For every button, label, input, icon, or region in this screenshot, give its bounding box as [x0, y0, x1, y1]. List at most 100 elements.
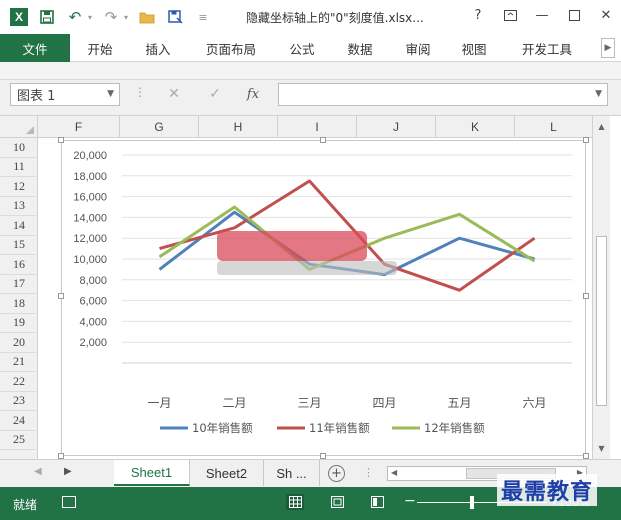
- column-header[interactable]: K: [436, 116, 515, 138]
- resize-handle[interactable]: [58, 293, 64, 299]
- blurred-overlay: [217, 261, 397, 275]
- column-header[interactable]: G: [120, 116, 199, 138]
- tab-file[interactable]: 文件: [0, 34, 70, 62]
- y-tick-label: 12,000: [73, 233, 107, 245]
- undo-icon[interactable]: ↶: [64, 6, 86, 28]
- column-header[interactable]: L: [515, 116, 592, 138]
- close-icon[interactable]: ✕: [597, 6, 615, 24]
- y-tick-label: 6,000: [79, 296, 107, 308]
- ribbon-tabs: 文件 开始 插入 页面布局 公式 数据 审阅 视图 开发工具 ▶: [0, 34, 621, 62]
- row-header[interactable]: 13: [0, 197, 38, 216]
- customize-toolbar-icon[interactable]: ≡: [192, 6, 214, 28]
- redo-icon[interactable]: ↷: [100, 6, 122, 28]
- row-header[interactable]: 19: [0, 314, 38, 333]
- row-header[interactable]: 16: [0, 255, 38, 275]
- cancel-entry-icon[interactable]: ✕: [163, 84, 185, 104]
- sheet-tab-sheet1[interactable]: Sheet1: [114, 460, 190, 486]
- tab-split-grip[interactable]: ⋮: [363, 466, 374, 479]
- blurred-overlay: [217, 231, 367, 261]
- row-header[interactable]: 23: [0, 392, 38, 411]
- y-tick-label: 20,000: [73, 150, 107, 162]
- tab-data[interactable]: 数据: [338, 38, 382, 58]
- row-header[interactable]: 24: [0, 411, 38, 431]
- ribbon-display-options-icon[interactable]: [501, 6, 519, 24]
- x-tick-label: 二月: [222, 396, 246, 410]
- row-header[interactable]: 18: [0, 294, 38, 314]
- tab-view[interactable]: 视图: [452, 38, 496, 58]
- minimize-icon[interactable]: —: [533, 6, 551, 24]
- row-header[interactable]: 25: [0, 431, 38, 450]
- zoom-slider-knob[interactable]: [470, 496, 474, 509]
- insert-function-icon[interactable]: fx: [242, 84, 264, 104]
- vertical-scroll-thumb[interactable]: [596, 236, 607, 406]
- x-tick-label: 一月: [147, 396, 171, 410]
- row-header[interactable]: 10: [0, 138, 38, 158]
- resize-handle[interactable]: [583, 137, 589, 143]
- row-header[interactable]: 21: [0, 353, 38, 372]
- x-tick-label: 五月: [447, 396, 471, 410]
- select-all-corner[interactable]: [0, 116, 38, 138]
- tab-formulas[interactable]: 公式: [280, 38, 324, 58]
- excel-app-icon[interactable]: X: [8, 6, 30, 28]
- formula-input[interactable]: ▼: [278, 83, 608, 106]
- page-break-preview-icon[interactable]: [368, 494, 386, 510]
- ribbon-scroll-right-icon[interactable]: ▶: [601, 38, 615, 58]
- scroll-down-icon[interactable]: ▼: [595, 442, 608, 455]
- row-header[interactable]: 11: [0, 158, 38, 177]
- undo-dropdown-icon[interactable]: ▾: [86, 6, 94, 28]
- add-sheet-button[interactable]: +: [328, 465, 345, 482]
- chart-plot: 2,000 4,000 6,000 8,000 10,000 12,000 14,000 16…: [73, 150, 572, 435]
- y-tick-label: 14,000: [73, 212, 107, 224]
- resize-handle[interactable]: [58, 137, 64, 143]
- column-headers: F G H I J K L: [38, 116, 592, 138]
- maximize-icon[interactable]: [565, 6, 583, 24]
- legend-label: 11年销售额: [309, 421, 370, 435]
- row-header[interactable]: 22: [0, 372, 38, 392]
- vertical-scrollbar[interactable]: ▲ ▼: [592, 116, 610, 459]
- legend-label: 12年销售额: [424, 421, 485, 435]
- expand-formula-bar-icon[interactable]: ▼: [595, 89, 602, 99]
- tab-developer[interactable]: 开发工具: [512, 38, 582, 58]
- row-header[interactable]: 12: [0, 177, 38, 197]
- next-sheet-icon[interactable]: ▶: [64, 466, 72, 477]
- row-header[interactable]: 20: [0, 333, 38, 353]
- y-tick-label: 10,000: [73, 254, 107, 266]
- y-tick-label: 4,000: [79, 316, 107, 328]
- previous-sheet-icon[interactable]: ◀: [34, 466, 42, 477]
- tab-home[interactable]: 开始: [78, 38, 122, 58]
- row-header[interactable]: 14: [0, 216, 38, 236]
- save-as-icon[interactable]: [164, 6, 186, 28]
- sheet-tab-more[interactable]: Sh ...: [264, 460, 320, 486]
- formula-bar: 图表 1 ▼ ⋮ ✕ ✓ fx ▼: [0, 80, 621, 116]
- sheet-tab-sheet2[interactable]: Sheet2: [190, 460, 264, 486]
- line-chart[interactable]: 2,000 4,000 6,000 8,000 10,000 12,000 14,000 16…: [58, 137, 589, 459]
- redo-dropdown-icon[interactable]: ▾: [122, 6, 130, 28]
- macro-record-icon[interactable]: [62, 496, 76, 508]
- status-ready-text: 就绪: [13, 498, 38, 512]
- normal-view-icon[interactable]: [286, 494, 304, 510]
- column-header[interactable]: I: [278, 116, 357, 138]
- confirm-entry-icon[interactable]: ✓: [204, 84, 226, 104]
- row-headers: 10 11 12 13 14 15 16 17 18 19 20 21 22 2…: [0, 138, 38, 459]
- name-box[interactable]: 图表 1 ▼: [10, 83, 120, 106]
- page-layout-view-icon[interactable]: [328, 494, 346, 510]
- tab-insert[interactable]: 插入: [136, 38, 180, 58]
- chevron-down-icon[interactable]: ▼: [107, 89, 114, 99]
- column-header[interactable]: H: [199, 116, 278, 138]
- column-header[interactable]: F: [38, 116, 120, 138]
- row-header[interactable]: 17: [0, 275, 38, 294]
- save-icon[interactable]: [36, 6, 58, 28]
- open-folder-icon[interactable]: [136, 6, 158, 28]
- scroll-up-icon[interactable]: ▲: [595, 120, 608, 133]
- tab-review[interactable]: 审阅: [396, 38, 440, 58]
- help-icon[interactable]: ?: [469, 6, 487, 24]
- name-box-value: 图表 1: [17, 89, 56, 104]
- resize-handle[interactable]: [320, 137, 326, 143]
- tab-page-layout[interactable]: 页面布局: [196, 38, 266, 58]
- resize-handle[interactable]: [583, 293, 589, 299]
- column-header[interactable]: J: [357, 116, 436, 138]
- zoom-out-button[interactable]: −: [404, 493, 416, 509]
- row-header[interactable]: 15: [0, 236, 38, 255]
- scroll-left-icon[interactable]: ◀: [391, 468, 397, 477]
- x-tick-label: 六月: [522, 396, 546, 410]
